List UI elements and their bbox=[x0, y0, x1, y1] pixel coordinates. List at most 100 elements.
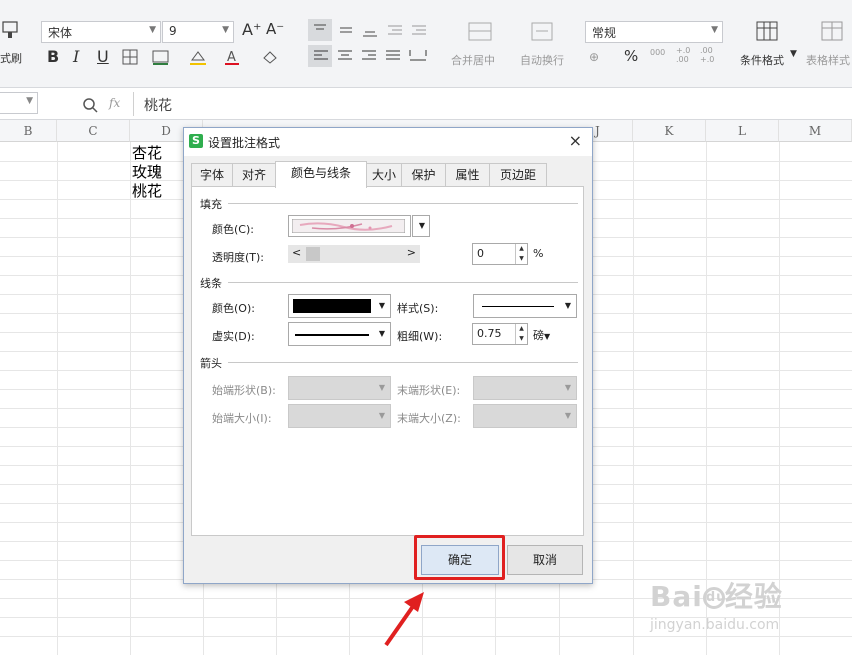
column-header[interactable]: L bbox=[706, 120, 779, 142]
chevron-down-icon: ▼ bbox=[564, 411, 571, 420]
chevron-right-icon[interactable]: > bbox=[407, 246, 416, 259]
font-grow-icon[interactable]: A⁺ bbox=[242, 20, 261, 39]
end-size-dropdown[interactable]: ▼ bbox=[473, 404, 577, 428]
unit-dropdown[interactable]: 磅▼ bbox=[533, 327, 550, 343]
border-fill-tools[interactable]: A bbox=[122, 48, 292, 66]
conditional-format-icon[interactable] bbox=[755, 20, 781, 44]
tab-colors-lines[interactable]: 颜色与线条 bbox=[275, 161, 367, 188]
formula-input[interactable]: 桃花 bbox=[133, 92, 852, 116]
column-header[interactable]: K bbox=[633, 120, 706, 142]
tab-properties[interactable]: 属性 bbox=[445, 163, 490, 187]
column-gridline bbox=[57, 142, 58, 655]
table-style-button[interactable]: 表格样式 bbox=[806, 52, 850, 68]
column-header[interactable]: M bbox=[779, 120, 852, 142]
decrease-decimal-button[interactable]: .00 +.0 bbox=[700, 46, 714, 64]
transparency-label: 透明度(T): bbox=[212, 251, 265, 264]
increase-decimal-button[interactable]: +.0 .00 bbox=[676, 46, 690, 64]
chevron-down-icon: ▼ bbox=[711, 25, 718, 35]
line-color-label: 颜色(O): bbox=[212, 302, 255, 315]
formula-bar: ▼ fx 桃花 bbox=[0, 88, 852, 120]
divider bbox=[228, 282, 578, 283]
font-name-value: 宋体 bbox=[48, 26, 73, 40]
tab-alignment[interactable]: 对齐 bbox=[232, 163, 276, 187]
number-format-select[interactable]: 常规 ▼ bbox=[585, 21, 723, 43]
chevron-down-icon: ▼ bbox=[544, 332, 551, 341]
transparency-slider[interactable]: < > bbox=[288, 245, 420, 263]
unit-label: 磅 bbox=[533, 329, 544, 342]
begin-size-label: 始端大小(I): bbox=[212, 412, 272, 425]
line-weight-spinner[interactable]: 0.75 ▲ ▼ bbox=[472, 323, 528, 345]
tab-size[interactable]: 大小 bbox=[366, 163, 402, 187]
column-header[interactable]: C bbox=[57, 120, 130, 142]
cell-text[interactable]: 玫瑰 bbox=[132, 163, 162, 182]
line-color-dropdown[interactable]: ▼ bbox=[288, 294, 391, 318]
cancel-button[interactable]: 取消 bbox=[507, 545, 583, 575]
tab-protection[interactable]: 保护 bbox=[401, 163, 446, 187]
horizontal-align-icons[interactable] bbox=[310, 46, 440, 66]
chevron-down-icon: ▼ bbox=[418, 221, 425, 230]
spinner-arrows-icon[interactable]: ▲ ▼ bbox=[515, 324, 527, 344]
zoom-search-icon[interactable] bbox=[82, 97, 98, 113]
chevron-left-icon[interactable]: < bbox=[292, 246, 301, 259]
chevron-down-icon: ▼ bbox=[149, 25, 156, 35]
column-gridline bbox=[633, 142, 634, 655]
merge-wrap-icons[interactable] bbox=[466, 20, 576, 46]
section-arrow: 箭头 bbox=[200, 357, 222, 370]
chevron-down-icon: ▼ bbox=[378, 329, 385, 338]
name-box[interactable]: ▼ bbox=[0, 92, 38, 114]
fx-icon[interactable]: fx bbox=[109, 96, 120, 110]
conditional-format-button[interactable]: 条件格式 bbox=[740, 52, 784, 68]
transparency-value: 0 bbox=[477, 247, 484, 260]
cell-text[interactable]: 桃花 bbox=[132, 182, 162, 201]
chevron-down-icon: ▼ bbox=[790, 49, 797, 59]
chevron-down-icon: ▼ bbox=[378, 301, 385, 310]
italic-button[interactable]: I bbox=[73, 47, 79, 66]
currency-icon[interactable]: ⊕ bbox=[589, 50, 599, 64]
thousands-button[interactable]: 000 bbox=[650, 48, 665, 57]
section-fill: 填充 bbox=[200, 198, 222, 211]
slider-thumb[interactable] bbox=[306, 247, 320, 261]
tab-panel: 填充 颜色(C): ▼ 透明度(T): < > 0 ▲▼ % 线条 颜色(O) bbox=[191, 186, 584, 536]
begin-size-dropdown[interactable]: ▼ bbox=[288, 404, 391, 428]
watermark-url: jingyan.baidu.com bbox=[650, 617, 780, 633]
bold-button[interactable]: B bbox=[47, 47, 59, 66]
begin-style-dropdown[interactable]: ▼ bbox=[288, 376, 391, 400]
table-style-icon[interactable] bbox=[820, 20, 846, 44]
chevron-down-icon: ▼ bbox=[564, 383, 571, 392]
end-style-dropdown[interactable]: ▼ bbox=[473, 376, 577, 400]
watermark-brand-cn: 经验 bbox=[724, 580, 783, 613]
auto-wrap-button[interactable]: 自动换行 bbox=[520, 52, 564, 68]
fill-color-arrow[interactable]: ▼ bbox=[412, 215, 430, 237]
chevron-down-icon: ▼ bbox=[26, 96, 33, 106]
ok-highlight-box bbox=[414, 535, 505, 580]
line-color-swatch bbox=[293, 299, 371, 313]
underline-button[interactable]: U bbox=[97, 47, 109, 66]
format-painter-label[interactable]: 式刷 bbox=[0, 50, 22, 66]
column-header[interactable]: B bbox=[0, 120, 57, 142]
line-style-dropdown[interactable]: ▼ bbox=[473, 294, 577, 318]
font-shrink-icon[interactable]: A⁻ bbox=[266, 20, 284, 38]
tab-font[interactable]: 字体 bbox=[191, 163, 233, 187]
close-icon[interactable]: × bbox=[569, 131, 582, 150]
dash-dropdown[interactable]: ▼ bbox=[288, 322, 391, 346]
end-size-label: 末端大小(Z): bbox=[397, 412, 461, 425]
font-size-select[interactable]: 9 ▼ bbox=[162, 21, 234, 43]
section-line: 线条 bbox=[200, 277, 222, 290]
chevron-down-icon: ▼ bbox=[564, 301, 571, 310]
cell-text[interactable]: 杏花 bbox=[132, 144, 162, 163]
format-painter-icon[interactable] bbox=[0, 14, 20, 40]
spinner-arrows-icon[interactable]: ▲ ▼ bbox=[515, 244, 527, 264]
font-name-select[interactable]: 宋体 ▼ bbox=[41, 21, 161, 43]
end-style-label: 末端形状(E): bbox=[397, 384, 461, 397]
merge-center-button[interactable]: 合并居中 bbox=[451, 52, 495, 68]
dash-label: 虚实(D): bbox=[212, 330, 255, 343]
dialog-titlebar[interactable]: S 设置批注格式 × bbox=[184, 128, 592, 156]
svg-text:A: A bbox=[227, 50, 236, 65]
transparency-spinner[interactable]: 0 ▲ ▼ bbox=[472, 243, 528, 265]
tab-margins[interactable]: 页边距 bbox=[489, 163, 547, 187]
percent-button[interactable]: % bbox=[624, 47, 638, 65]
vertical-align-icons[interactable] bbox=[310, 20, 440, 40]
fill-color-dropdown[interactable] bbox=[288, 215, 411, 237]
dash-sample bbox=[295, 334, 369, 336]
font-size-value: 9 bbox=[169, 24, 177, 38]
